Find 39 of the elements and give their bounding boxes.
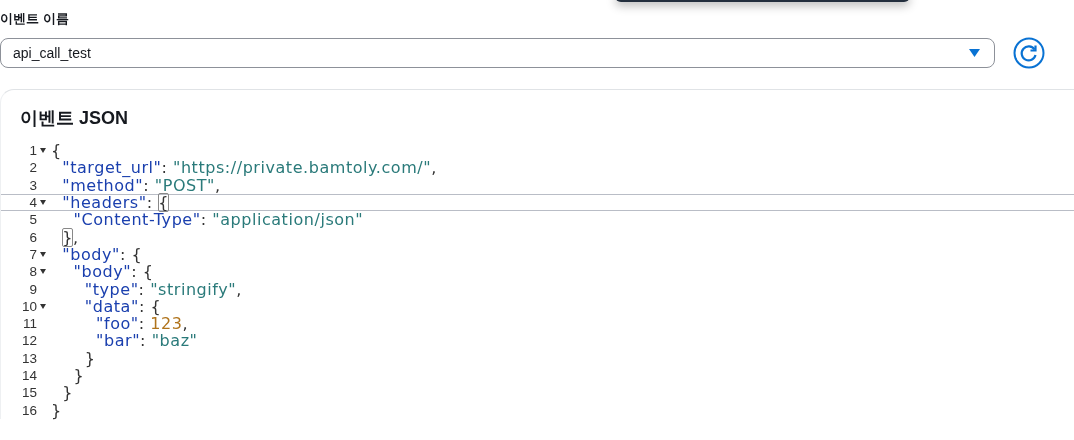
- code-line: }: [83, 348, 96, 368]
- fold-icon[interactable]: [40, 269, 46, 275]
- line-number: 7: [28, 246, 37, 262]
- fold-icon[interactable]: [40, 251, 46, 257]
- line-number: 15: [20, 385, 37, 401]
- line-number: 12: [20, 333, 37, 349]
- line-number: 14: [20, 368, 37, 383]
- line-number: 9: [28, 281, 37, 297]
- field-label: 이벤트 이름: [0, 10, 70, 28]
- line-number: 4: [28, 195, 37, 211]
- line-number: 2: [28, 160, 37, 176]
- code-line: }: [51, 400, 62, 420]
- code-line: "bar": "baz": [95, 331, 198, 351]
- code-line: "target_url": "https://private.bamtoly.com/",: [61, 158, 437, 178]
- line-number: 11: [22, 316, 37, 332]
- fold-icon[interactable]: [40, 303, 46, 309]
- code-line: "Content-Type": "application/json": [72, 210, 364, 230]
- event-name-select[interactable]: api_call_test: [0, 38, 995, 68]
- code-line: {: [51, 141, 62, 161]
- line-number: 6: [28, 229, 37, 245]
- code-line: "headers": {: [61, 193, 169, 213]
- caret-icon: [969, 49, 980, 57]
- line-number: 10: [20, 298, 37, 314]
- line-number: 5: [28, 212, 37, 228]
- code-line: }: [61, 383, 73, 403]
- line-number: 3: [28, 177, 37, 193]
- line-number: 13: [20, 350, 37, 366]
- code-line: "type": "stringify",: [84, 279, 242, 299]
- code-line: "foo": 123,: [95, 314, 189, 334]
- refresh-icon[interactable]: [1013, 37, 1045, 69]
- code-line: }: [72, 366, 85, 385]
- fold-icon[interactable]: [40, 148, 46, 154]
- line-number: 8: [28, 264, 37, 280]
- line-number: 1: [28, 143, 37, 159]
- fold-icon[interactable]: [40, 200, 46, 206]
- line-number: 16: [20, 402, 37, 418]
- code-line: },: [61, 227, 79, 247]
- code-line: "body": {: [73, 262, 154, 282]
- section-title: 이벤트 JSON: [20, 107, 130, 130]
